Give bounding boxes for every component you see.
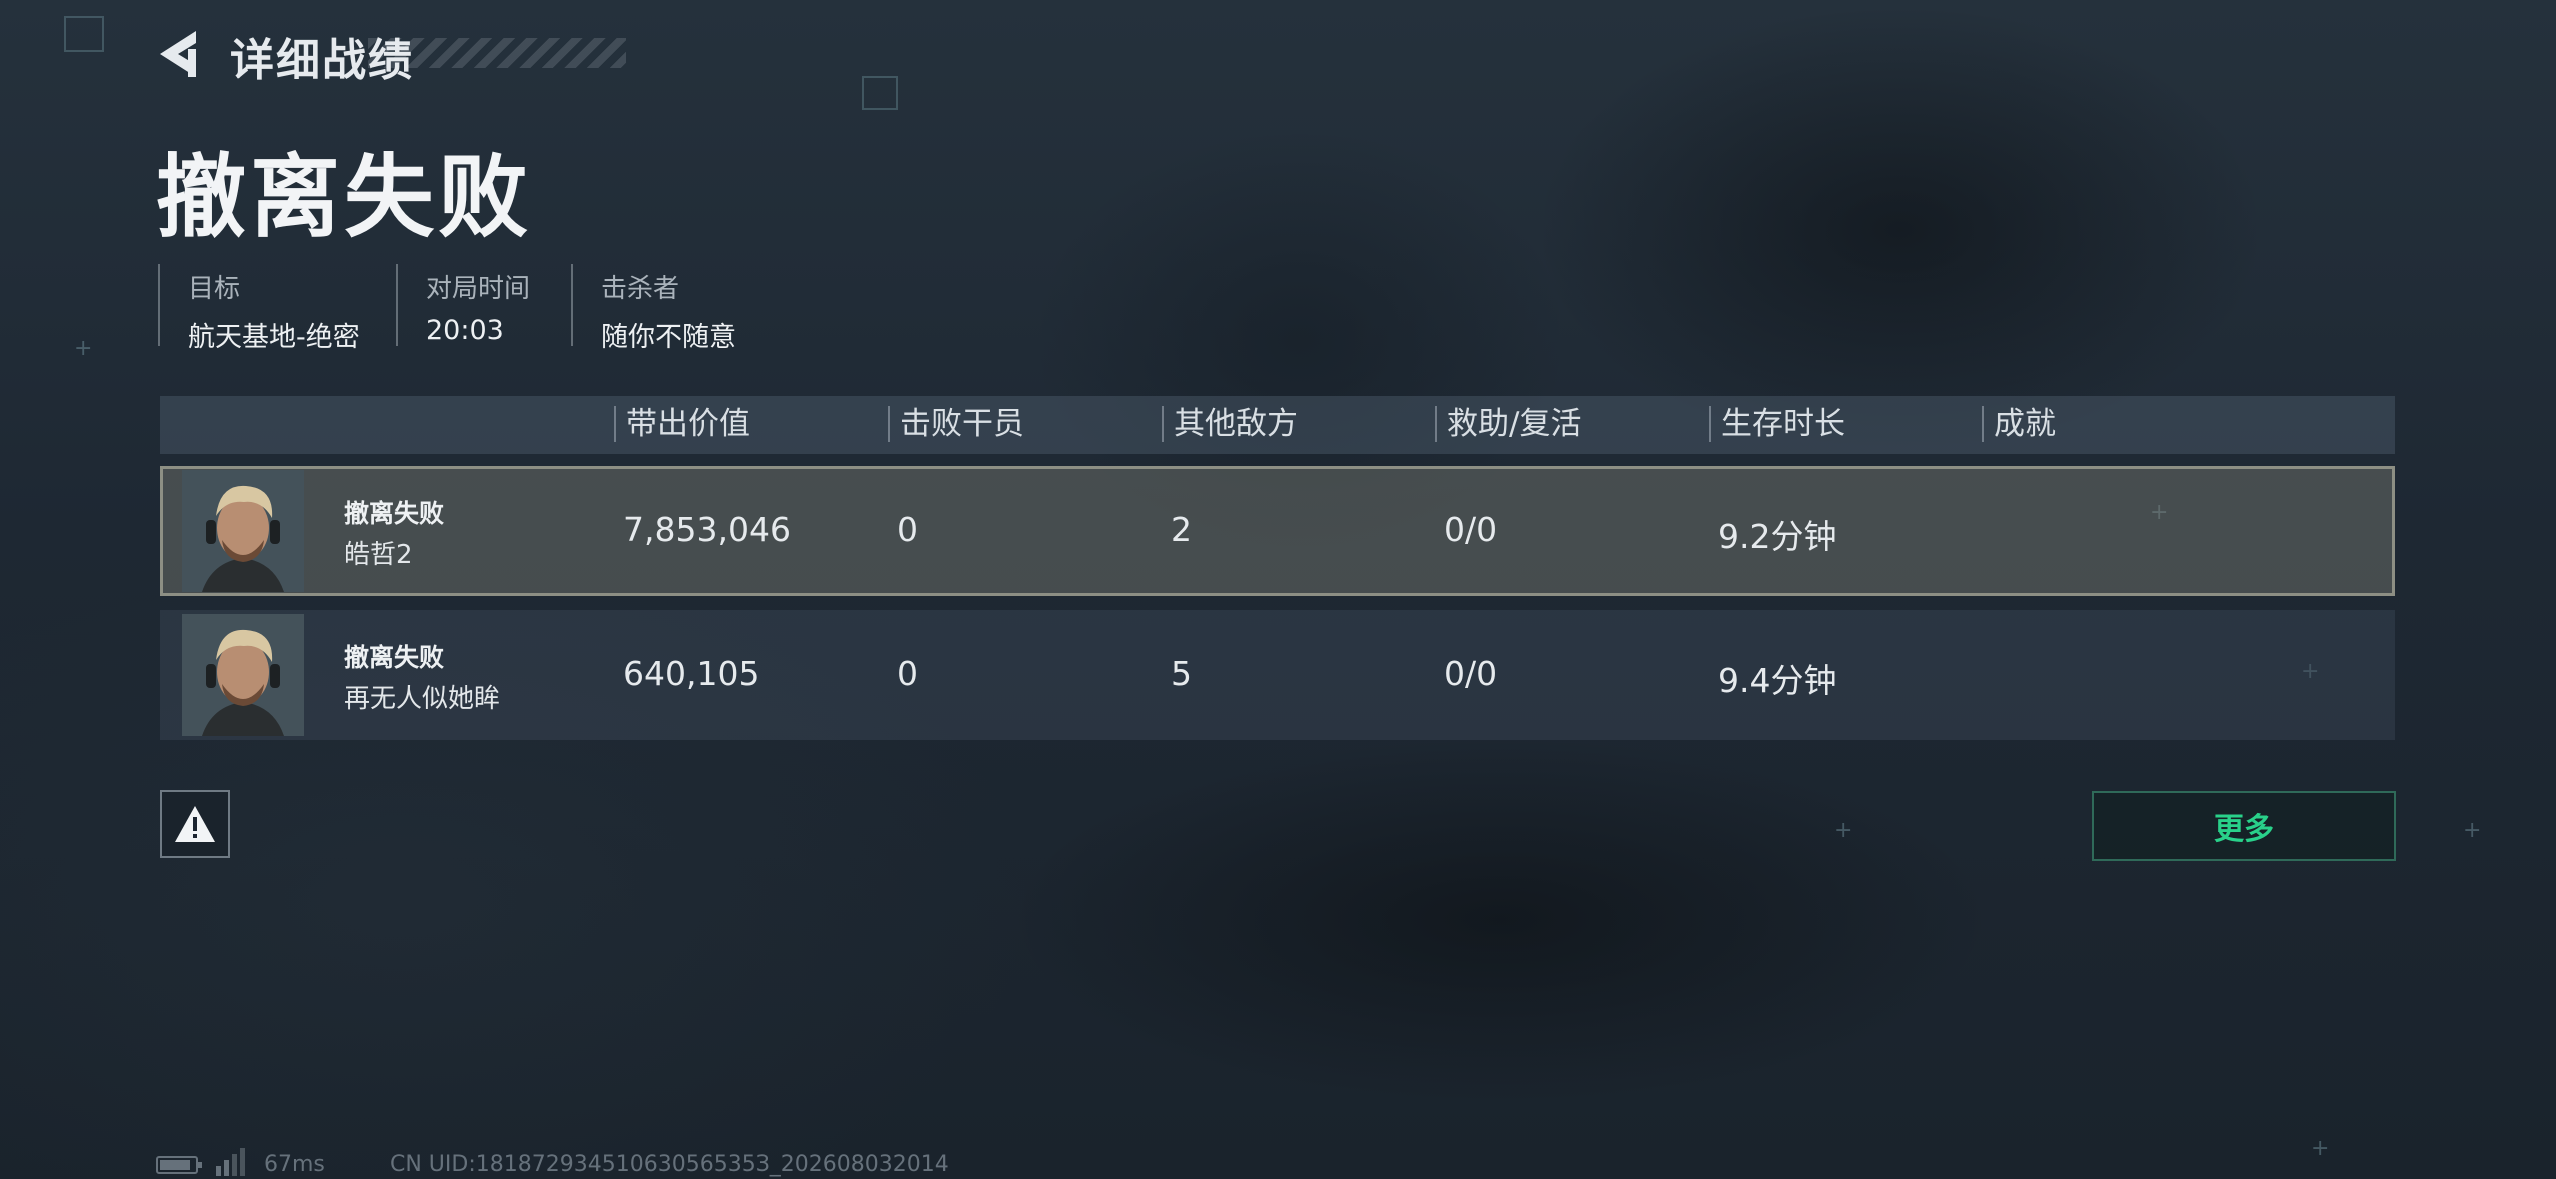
cell-value: 7,853,046 [623,510,791,549]
operator-portrait-icon [182,470,304,592]
operator-portrait-icon [182,614,304,736]
cell-assist: 0/0 [1444,654,1498,693]
column-header: 带出价值 [614,406,750,442]
header-title: 详细战绩 [230,35,414,86]
info-match-time: 对局时间 20:03 [396,264,530,346]
warning-icon [175,806,215,842]
table-header: 带出价值 击败干员 其他敌方 救助/复活 生存时长 成就 [160,396,2395,454]
info-value: 随你不随意 [601,322,736,353]
table-row[interactable]: 撤离失败 再无人似她眸 640,105 0 5 0/0 9.4分钟 [160,610,2395,740]
info-label: 击杀者 [601,274,680,304]
battery-icon [156,1154,204,1179]
info-label: 对局时间 [426,274,531,304]
info-killer: 击杀者 随你不随意 [571,264,736,353]
player-name: 皓哲2 [344,540,413,570]
back-arrow-icon [160,31,196,77]
report-button[interactable] [160,790,230,858]
back-button[interactable] [152,26,204,82]
plus-decor: + [2463,818,2482,843]
corner-frame-decor [64,16,104,52]
info-value: 20:03 [426,315,504,346]
cell-kills: 0 [897,510,918,549]
row-status: 撤离失败 [344,643,445,672]
cell-assist: 0/0 [1444,510,1498,549]
cell-survival: 9.2分钟 [1718,517,1837,556]
cell-kills: 0 [897,654,918,693]
column-header: 击败干员 [888,406,1024,442]
column-header: 生存时长 [1709,406,1845,442]
table-row-selected[interactable]: 撤离失败 皓哲2 7,853,046 0 2 0/0 9.2分钟 [160,466,2395,596]
signal-icon [214,1148,248,1179]
info-value: 航天基地-绝密 [188,322,360,353]
info-target: 目标 航天基地-绝密 [158,264,360,353]
operator-avatar [182,470,304,592]
match-detail-screen: + + + + + + 详细战绩 撤离失败 目标 航天基地-绝密 对局时间 20… [0,0,2556,1179]
uid-text: CN UID:18187293451063056535З_20260803201… [390,1152,949,1177]
player-name: 再无人似她眸 [344,684,501,714]
plus-decor: + [74,336,93,361]
cell-survival: 9.4分钟 [1718,661,1837,700]
cell-value: 640,105 [623,654,760,693]
more-button[interactable]: 更多 [2092,791,2396,861]
result-title: 撤离失败 [156,145,532,250]
frame-decor [862,76,898,110]
latency-text: 67ms [264,1152,325,1177]
info-label: 目标 [188,274,241,304]
operator-avatar [182,614,304,736]
column-header: 成就 [1982,406,2056,442]
column-header: 其他敌方 [1162,406,1298,442]
row-status: 撤离失败 [344,499,445,528]
column-header: 救助/复活 [1435,406,1581,442]
plus-decor: + [2311,1136,2330,1161]
plus-decor: + [1834,818,1853,843]
cell-other-enemies: 2 [1171,510,1192,549]
cell-other-enemies: 5 [1171,654,1192,693]
